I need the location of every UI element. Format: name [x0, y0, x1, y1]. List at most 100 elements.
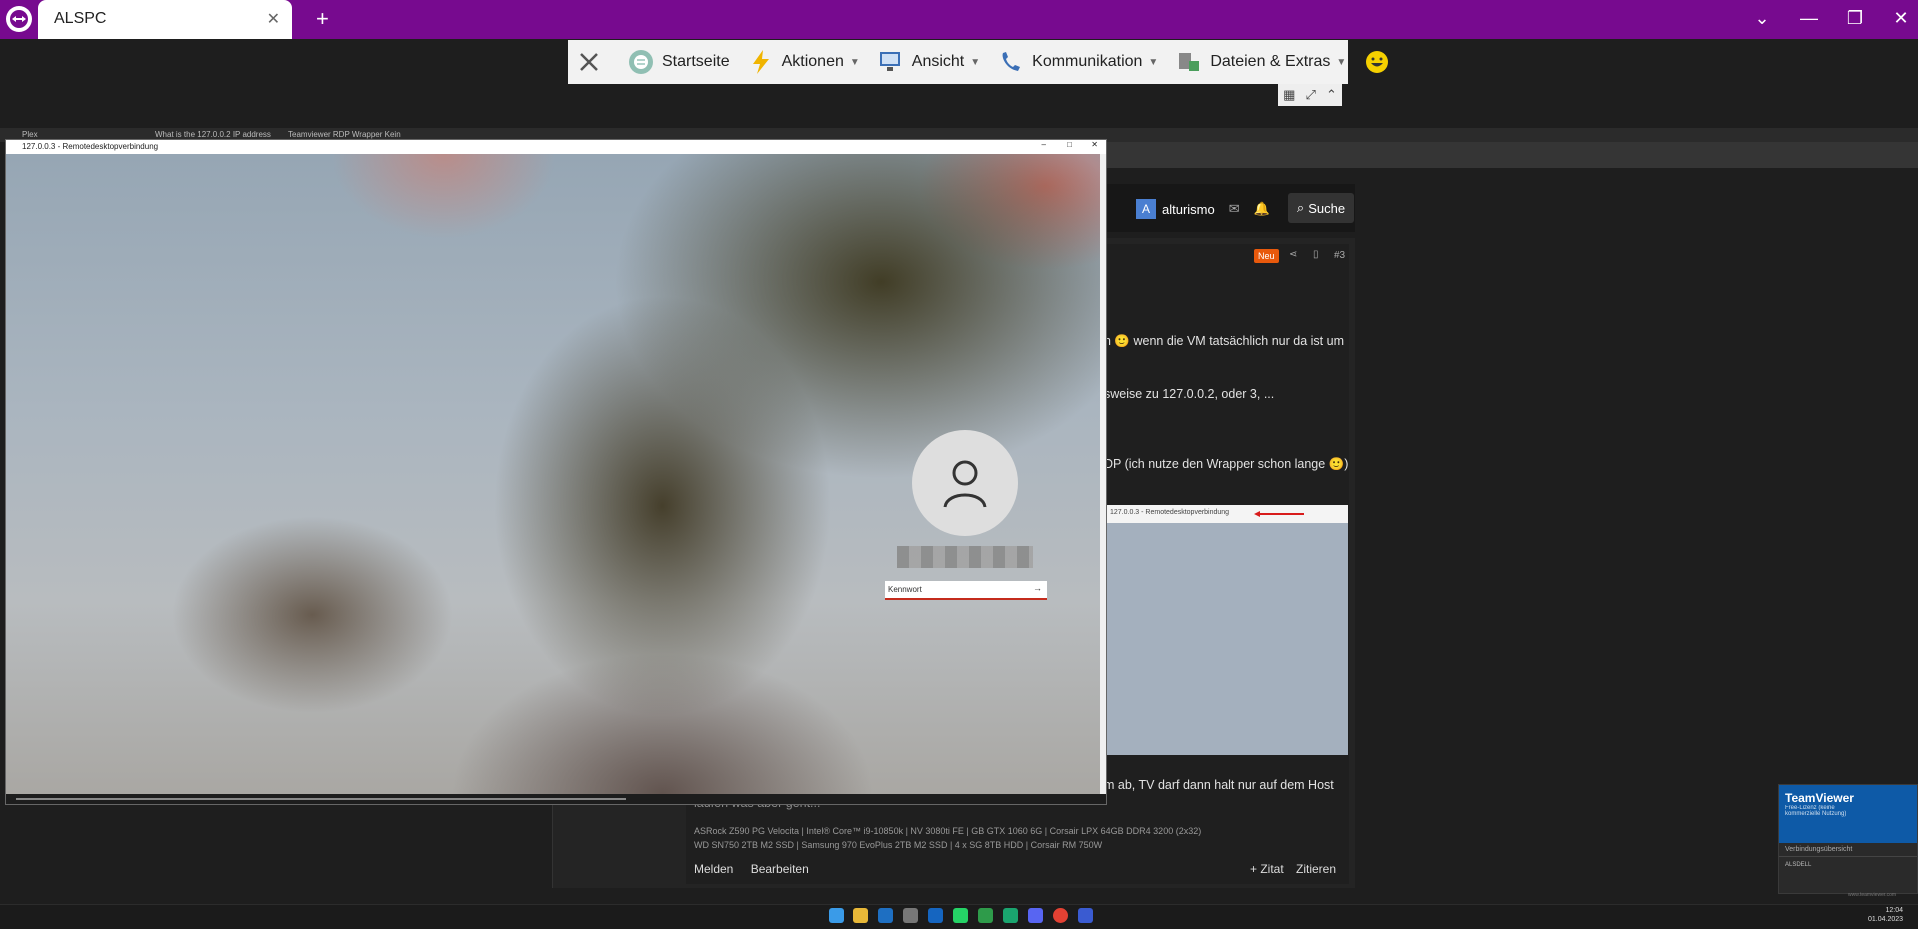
- post-screenshot-caption: 127.0.0.3 - Remotedesktopverbindung: [1106, 505, 1348, 523]
- bell-icon[interactable]: 🔔: [1254, 201, 1270, 217]
- grid-icon[interactable]: ▦: [1283, 87, 1295, 103]
- monitor-icon: [878, 49, 904, 75]
- lightning-icon: [748, 49, 774, 75]
- toolbar-kommunikation[interactable]: Kommunikation ▼: [998, 49, 1158, 75]
- explorer-icon[interactable]: [853, 908, 868, 923]
- taskbar-clock[interactable]: 12:04 01.04.2023: [1868, 906, 1903, 924]
- password-field[interactable]: Kennwort →: [885, 581, 1047, 600]
- username: alturismo: [1162, 201, 1215, 217]
- vertical-scrollbar[interactable]: [1100, 154, 1106, 794]
- toolbar-ansicht[interactable]: Ansicht ▼: [878, 49, 980, 75]
- fullscreen-icon[interactable]: ⤢: [1305, 87, 1315, 103]
- outlook-icon[interactable]: [928, 908, 943, 923]
- teamviewer-toolbar: Startseite Aktionen ▼ Ansicht ▼ Kommunik…: [568, 40, 1389, 84]
- rdp-title-bar[interactable]: 127.0.0.3 - Remotedesktopverbindung – □ …: [6, 140, 1106, 154]
- close-window-icon[interactable]: ✕: [1886, 8, 1916, 29]
- toolbar-label: Ansicht: [911, 53, 965, 70]
- forum-user-menu[interactable]: A alturismo ✉ 🔔: [1136, 196, 1270, 222]
- close-icon: [576, 49, 602, 75]
- submit-arrow-icon[interactable]: →: [1033, 583, 1042, 593]
- close-session-button[interactable]: [576, 49, 610, 75]
- panel-title: TeamViewer: [1785, 791, 1854, 805]
- bookmark-icon[interactable]: ▯: [1313, 249, 1319, 260]
- start-icon[interactable]: [829, 908, 844, 923]
- remote-browser-toolbar: [1100, 142, 1918, 168]
- collapse-icon[interactable]: ⌃: [1326, 87, 1337, 103]
- caret-down-icon: ▼: [1336, 56, 1347, 68]
- chrome-icon[interactable]: [1053, 908, 1068, 923]
- minimize-icon[interactable]: —: [1794, 8, 1824, 29]
- close-tab-icon[interactable]: ✕: [267, 9, 280, 29]
- restore-icon[interactable]: ❐: [1840, 8, 1870, 29]
- search-label: Suche: [1308, 200, 1346, 216]
- post-text-line: n 🙂 wenn die VM tatsächlich nur da ist u…: [1104, 334, 1344, 348]
- home-icon: [628, 49, 654, 75]
- toolbar-mini-controls: ▦ ⤢ ⌃: [1278, 84, 1342, 106]
- signature: ASRock Z590 PG Velocita | Intel® Core™ i…: [694, 824, 1201, 852]
- rdp-title: 127.0.0.3 - Remotedesktopverbindung: [22, 142, 159, 151]
- share-icon[interactable]: ⋖: [1289, 249, 1297, 260]
- chat-icon[interactable]: [978, 908, 993, 923]
- post-text-line: sweise zu 127.0.0.2, oder 3, ...: [1104, 387, 1275, 401]
- toolbar-label: Kommunikation: [1032, 53, 1143, 70]
- clock-time: 12:04: [1885, 907, 1904, 914]
- toolbar-dateien-extras[interactable]: Dateien & Extras ▼: [1176, 49, 1346, 75]
- new-tab-icon[interactable]: +: [316, 6, 329, 32]
- panel-section[interactable]: Verbindungsübersicht: [1779, 843, 1917, 857]
- new-badge: Neu: [1254, 249, 1279, 263]
- red-arrow-icon: [1254, 511, 1304, 517]
- teamviewer-panel: TeamViewer Free-Lizenz (keine kommerziel…: [1778, 784, 1918, 894]
- caret-down-icon: ▼: [1148, 56, 1159, 68]
- discord-icon[interactable]: [1028, 908, 1043, 923]
- close-icon[interactable]: ✕: [1091, 140, 1098, 149]
- panel-connection[interactable]: ALSDELL: [1779, 857, 1917, 873]
- chevron-down-icon[interactable]: ⌄: [1747, 8, 1777, 29]
- blurred-username: [897, 546, 1033, 568]
- app-icon[interactable]: [903, 908, 918, 923]
- signature-line: ASRock Z590 PG Velocita | Intel® Core™ i…: [694, 826, 1202, 836]
- post-text-line: m ab, TV darf dann halt nur auf dem Host: [1104, 778, 1334, 792]
- whatsapp-icon[interactable]: [953, 908, 968, 923]
- post-actions: Melden Bearbeiten + Zitat Zitieren: [694, 862, 1346, 876]
- browser-tab[interactable]: Plex: [22, 130, 38, 139]
- session-tab-label: ALSPC: [54, 10, 107, 27]
- avatar: A: [1136, 199, 1156, 219]
- horizontal-scrollbar[interactable]: [16, 798, 626, 800]
- signature-line: WD SN750 2TB M2 SSD | Samsung 970 EvoPlu…: [694, 840, 1103, 850]
- panel-subtitle: Free-Lizenz (keine kommerzielle Nutzung): [1785, 805, 1847, 817]
- teamviewer-logo-icon: [6, 6, 32, 32]
- phone-icon: [998, 49, 1024, 75]
- minimize-icon[interactable]: –: [1042, 140, 1046, 149]
- edit-link[interactable]: Bearbeiten: [751, 862, 809, 876]
- post-number[interactable]: #3: [1334, 250, 1345, 261]
- report-link[interactable]: Melden: [694, 862, 733, 876]
- caret-down-icon: ▼: [970, 56, 981, 68]
- post-screenshot[interactable]: [1106, 505, 1348, 755]
- toolbar-aktionen[interactable]: Aktionen ▼: [748, 49, 860, 75]
- app-icon[interactable]: [1003, 908, 1018, 923]
- toolbar-label: Aktionen: [781, 53, 844, 70]
- maximize-icon[interactable]: □: [1067, 140, 1072, 149]
- rdp-icon[interactable]: [1078, 908, 1093, 923]
- toolbar-label: Startseite: [662, 53, 730, 70]
- password-placeholder: Kennwort: [888, 585, 922, 594]
- feedback-smiley-button[interactable]: [1364, 49, 1398, 75]
- cite-link[interactable]: Zitieren: [1296, 862, 1336, 876]
- post-text-line: DP (ich nutze den Wrapper schon lange 🙂): [1104, 457, 1349, 471]
- smiley-icon: [1364, 49, 1390, 75]
- search-button[interactable]: ⌕ Suche: [1288, 193, 1354, 223]
- panel-footer[interactable]: www.teamviewer.com: [1848, 892, 1896, 898]
- search-icon: ⌕: [1296, 200, 1305, 215]
- puzzle-icon: [1176, 49, 1202, 75]
- mail-icon[interactable]: ✉: [1229, 201, 1240, 217]
- quote-link[interactable]: + Zitat: [1250, 862, 1284, 876]
- user-avatar-icon: [912, 430, 1018, 536]
- vscode-icon[interactable]: [878, 908, 893, 923]
- teamviewer-panel-header: TeamViewer Free-Lizenz (keine kommerziel…: [1779, 785, 1917, 843]
- browser-tab[interactable]: Teamviewer RDP Wrapper Kein: [288, 130, 401, 139]
- clock-date: 01.04.2023: [1868, 916, 1904, 923]
- session-tab[interactable]: ALSPC ✕: [38, 0, 292, 39]
- toolbar-label: Dateien & Extras: [1210, 53, 1331, 70]
- toolbar-startseite[interactable]: Startseite: [628, 49, 730, 75]
- browser-tab[interactable]: What is the 127.0.0.2 IP address: [155, 130, 271, 139]
